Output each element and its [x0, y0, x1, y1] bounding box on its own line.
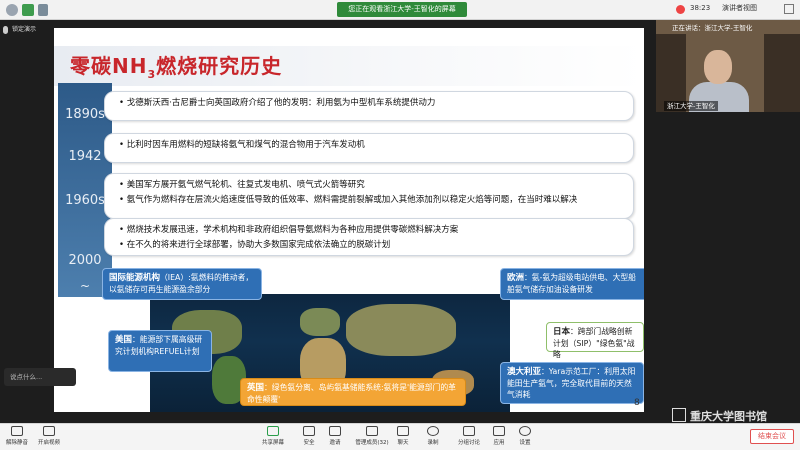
meeting-timer: 38:23	[690, 4, 711, 12]
callout-iea: 国际能源机构（IEA）:氨燃料的推动者，以氨储存可再生能源盈余部分	[102, 268, 262, 300]
breakout-icon	[463, 426, 475, 436]
callout-head: 欧洲	[507, 273, 525, 283]
row-line: 比利时因车用燃料的短缺将氨气和煤气的混合物用于汽车发动机	[119, 138, 625, 153]
history-row-1890s: 戈德斯沃西·古尼爵士向英国政府介绍了他的发明：利用氨为中型机车系统提供动力	[104, 91, 634, 121]
shared-slide: 零碳NH3燃烧研究历史 1890s 1942 1960s 2000 ~ 戈德斯沃…	[54, 28, 644, 412]
callout-europe: 欧洲：氨-氨为超级电站供电、大型船舶氨气储存加油设备研发	[500, 268, 644, 300]
meeting-window: 您正在观看浙江大学-王智化的屏幕 38:23 演讲者视图 锁定演示 零碳NH3燃…	[0, 0, 800, 450]
speaking-indicator: 锁定演示	[3, 24, 36, 36]
callout-head: 澳大利亚	[507, 367, 542, 377]
shield-icon	[303, 426, 315, 436]
record-icon	[676, 5, 685, 14]
breakout-rooms-button[interactable]: 分组讨论	[454, 426, 484, 446]
signal-icon	[38, 4, 48, 16]
toolbar-label: 录制	[427, 440, 439, 446]
slide-title: 零碳NH3燃烧研究历史	[70, 50, 282, 81]
callout-head: 美国	[115, 335, 133, 345]
viewing-screen-indicator[interactable]: 您正在观看浙江大学-王智化的屏幕	[337, 2, 467, 17]
meeting-toolbar: 解除静音 开启视频 共享屏幕 安全 邀请 管理成员(32) 聊天 录制 分组讨论…	[0, 423, 800, 450]
manage-participants-button[interactable]: 管理成员(32)	[352, 426, 392, 446]
top-bar: 您正在观看浙江大学-王智化的屏幕 38:23 演讲者视图	[0, 0, 800, 20]
row-line: 美国军方展开氨气燃气轮机、往复式发电机、喷气式火箭等研究	[119, 178, 625, 193]
callout-head: 国际能源机构	[109, 273, 161, 283]
callout-usa: 美国：能源部下属高级研究计划机构REFUEL计划	[108, 330, 212, 372]
share-icon	[267, 426, 279, 436]
history-row-1960s: 美国军方展开氨气燃气轮机、往复式发电机、喷气式火箭等研究 氨气作为燃料存在层流火…	[104, 173, 634, 219]
invite-icon	[329, 426, 341, 436]
shield-icon[interactable]	[22, 4, 34, 16]
unmute-button[interactable]: 解除静音	[2, 426, 32, 446]
toolbar-label: 邀请	[329, 440, 341, 446]
callout-japan: 日本：跨部门战略创新计划（SIP）"绿色氨"战略	[546, 322, 644, 359]
apps-icon	[493, 426, 505, 436]
toolbar-label: 解除静音	[5, 440, 28, 446]
settings-button[interactable]: 设置	[510, 426, 540, 446]
watermark-text: 重庆大学图书馆	[690, 410, 767, 423]
callout-head: 英国	[247, 383, 265, 393]
page-number: 8	[634, 398, 640, 408]
year-label: 2000	[68, 253, 102, 268]
participant-name: 浙江大学-王智化	[664, 101, 718, 111]
invite-button[interactable]: 邀请	[320, 426, 350, 446]
row-line: 戈德斯沃西·古尼爵士向英国政府介绍了他的发明：利用氨为中型机车系统提供动力	[119, 96, 625, 111]
toolbar-label: 应用	[493, 440, 505, 446]
mic-off-icon	[11, 426, 23, 436]
row-line: 氨气作为燃料存在层流火焰速度低导致的低效率、燃料需提前裂解或加入其他添加剂以稳定…	[119, 193, 625, 208]
library-watermark: 重庆大学图书馆	[672, 408, 767, 424]
share-screen-button[interactable]: 共享屏幕	[258, 426, 288, 446]
fullscreen-icon[interactable]	[784, 4, 794, 14]
mic-icon	[3, 26, 8, 34]
callout-australia: 澳大利亚：Yara示范工厂：利用太阳能田生产氨气，完全取代目前的天然气消耗	[500, 362, 644, 404]
toolbar-label: 安全	[303, 440, 315, 446]
callout-body: ：氨-氨为超级电站供电、大型船舶氨气储存加油设备研发	[507, 273, 636, 294]
library-logo-icon	[672, 408, 686, 422]
speaker-head	[704, 50, 732, 84]
speaker-video-tile[interactable]: 正在讲话：浙江大学-王智化 浙江大学-王智化	[656, 20, 800, 112]
toolbar-label: 分组讨论	[457, 440, 480, 446]
info-icon[interactable]	[6, 4, 18, 16]
title-text-suffix: 燃烧研究历史	[156, 54, 283, 78]
record-button[interactable]: 录制	[418, 426, 448, 446]
callout-uk: 英国：绿色氨分离、岛屿氨基储能系统:氨将是'能源部门的革命性颠覆'	[240, 378, 466, 406]
chat-icon	[397, 426, 409, 436]
bookshelf	[764, 34, 800, 112]
record-icon	[427, 426, 439, 436]
title-text-prefix: 零碳NH	[70, 54, 148, 78]
asia-land	[346, 304, 456, 356]
title-subscript: 3	[147, 68, 157, 81]
history-row-2000: 燃烧技术发展迅速，学术机构和非政府组织倡导氨燃料为各种应用提供零碳燃料解决方案 …	[104, 218, 634, 256]
toolbar-label: 聊天	[397, 440, 409, 446]
europe-land	[300, 308, 340, 336]
callout-head: 日本	[553, 327, 571, 337]
chat-input-preview[interactable]: 说点什么...	[4, 368, 76, 386]
callout-body: ：绿色氨分离、岛屿氨基储能系统:氨将是'能源部门的革命性颠覆'	[247, 383, 456, 404]
speaker-view-button[interactable]: 演讲者视图	[722, 3, 757, 13]
row-line: 燃烧技术发展迅速，学术机构和非政府组织倡导氨燃料为各种应用提供零碳燃料解决方案	[119, 223, 625, 238]
chat-button[interactable]: 聊天	[388, 426, 418, 446]
gear-icon	[519, 426, 531, 436]
toolbar-label: 管理成员(32)	[355, 440, 389, 446]
active-speaker-label: 正在讲话：浙江大学-王智化	[672, 24, 753, 32]
camera-off-icon	[43, 426, 55, 436]
history-row-1942: 比利时因车用燃料的短缺将氨气和煤气的混合物用于汽车发动机	[104, 133, 634, 163]
start-video-button[interactable]: 开启视频	[34, 426, 64, 446]
toolbar-label: 开启视频	[37, 440, 60, 446]
toolbar-label: 共享屏幕	[261, 440, 284, 446]
people-icon	[366, 426, 378, 436]
speaking-label: 锁定演示	[12, 26, 37, 33]
row-line: 在不久的将来进行全球部署，协助大多数国家完成依法确立的脱碳计划	[119, 238, 625, 253]
toolbar-label: 设置	[519, 440, 531, 446]
end-meeting-button[interactable]: 结束会议	[750, 429, 794, 444]
